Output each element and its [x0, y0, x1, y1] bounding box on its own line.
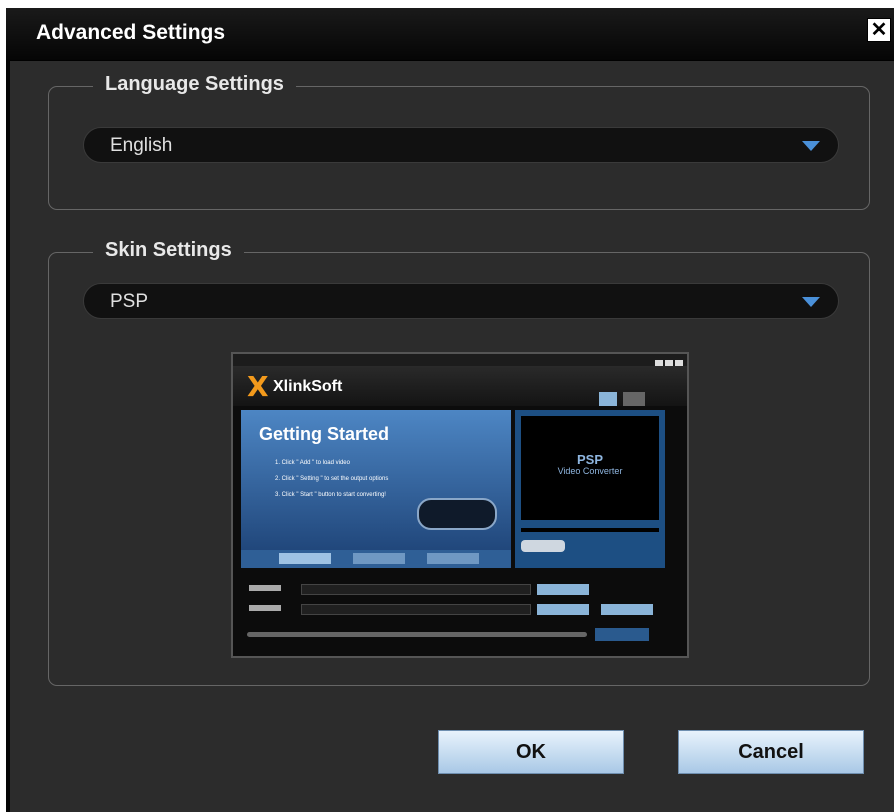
preview-screen-subtitle: Video Converter: [557, 466, 623, 476]
preview-step-1: 1. Click " Add " to load video: [275, 460, 350, 466]
dialog-title: Advanced Settings: [36, 21, 226, 44]
language-select[interactable]: English: [83, 127, 839, 163]
preview-player-screen: PSP Video Converter: [521, 416, 659, 520]
xlinksoft-x-logo: X: [247, 370, 269, 403]
preview-psp-device-image: [417, 498, 497, 530]
cancel-button[interactable]: Cancel: [678, 730, 864, 774]
advanced-settings-dialog: Advanced Settings ✕ Language Settings En…: [6, 8, 894, 812]
preview-output-label: [249, 605, 281, 611]
skin-preview-image: X XlinkSoft Getting Started 1. Click " A…: [231, 352, 689, 658]
close-button[interactable]: ✕: [867, 18, 891, 42]
preview-format-label: [249, 585, 281, 591]
preview-getting-started-panel: Getting Started 1. Click " Add " to load…: [241, 410, 511, 568]
preview-format-row: [241, 584, 665, 596]
preview-open-button: [601, 604, 653, 615]
preview-heading: Getting Started: [259, 424, 390, 444]
skin-settings-legend: Skin Settings: [93, 239, 244, 262]
language-settings-legend: Language Settings: [93, 73, 296, 96]
preview-step-2: 2. Click " Setting " to set the output o…: [275, 476, 389, 482]
window-left-edge: [6, 60, 10, 812]
preview-browse-button: [537, 604, 589, 615]
preview-titlebar: [233, 354, 687, 368]
preview-screen-logo: PSP: [576, 452, 603, 467]
preview-step-3: 3. Click " Start " button to start conve…: [275, 492, 386, 498]
preview-format-field: [301, 584, 531, 595]
ok-button[interactable]: OK: [438, 730, 624, 774]
preview-start-button: [595, 628, 649, 641]
close-icon: ✕: [870, 19, 888, 41]
title-bar: Advanced Settings ✕: [6, 8, 894, 61]
preview-play-controls: [521, 540, 565, 552]
skin-select-value: PSP: [110, 291, 149, 312]
chevron-down-icon: [802, 141, 820, 151]
preview-add-button: [279, 553, 331, 564]
preview-seek-bar: [521, 528, 659, 532]
preview-action-bar: [241, 550, 511, 568]
preview-remove-button: [353, 553, 405, 564]
preview-player-panel: PSP Video Converter: [515, 410, 665, 568]
preview-clear-button: [427, 553, 479, 564]
skin-select[interactable]: PSP: [83, 283, 839, 319]
language-settings-group: Language Settings English: [48, 73, 870, 210]
preview-about-button: [623, 392, 645, 406]
preview-help-button: [599, 392, 617, 406]
preview-brand-name: XlinkSoft: [273, 378, 343, 395]
language-select-value: English: [110, 135, 173, 156]
preview-progress-bar: [247, 632, 587, 637]
preview-output-row: [241, 604, 665, 616]
preview-brand-bar: X XlinkSoft: [233, 366, 687, 406]
preview-output-field: [301, 604, 531, 615]
preview-settings-button: [537, 584, 589, 595]
chevron-down-icon: [802, 297, 820, 307]
